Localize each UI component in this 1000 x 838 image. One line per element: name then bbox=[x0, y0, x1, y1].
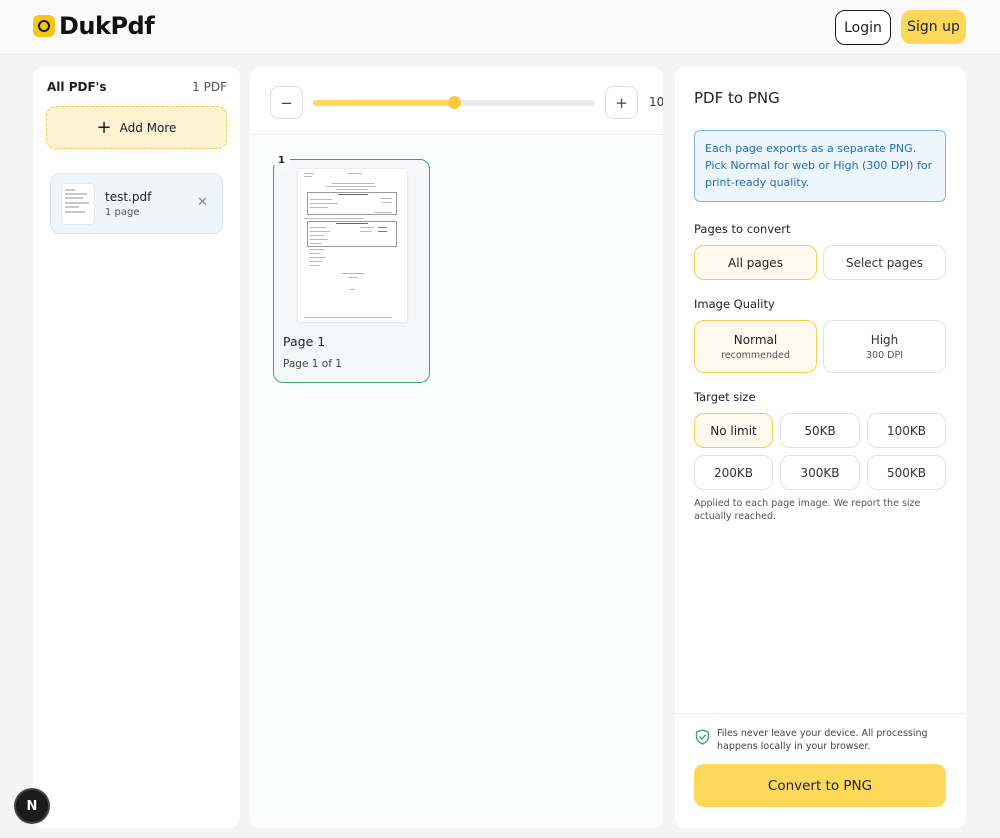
add-more-label: Add More bbox=[119, 120, 177, 135]
option-label: 100KB bbox=[886, 423, 926, 438]
privacy-note: Files never leave your device. All proce… bbox=[717, 728, 928, 752]
files-count: 1 PDF bbox=[192, 80, 227, 94]
options-panel: PDF to PNG Each page exports as a separa… bbox=[675, 67, 966, 828]
zoom-level: 100% bbox=[649, 95, 663, 109]
login-button[interactable]: Login bbox=[835, 10, 891, 45]
logo-icon bbox=[33, 15, 55, 37]
page-subtitle: Page 1 of 1 bbox=[283, 358, 342, 370]
plus-icon: + bbox=[96, 116, 112, 138]
target-size-label: Target size bbox=[694, 390, 756, 404]
option-size-50kb[interactable]: 50KB bbox=[780, 413, 860, 448]
file-thumbnail bbox=[62, 184, 94, 224]
files-panel-title: All PDF's bbox=[47, 80, 107, 94]
zoom-in-button[interactable]: + bbox=[605, 86, 638, 119]
top-bar: DukPdf Login Sign up bbox=[0, 0, 1000, 55]
app-name: DukPdf bbox=[59, 12, 155, 40]
page-number-badge: 1 bbox=[273, 152, 290, 169]
option-size-100kb[interactable]: 100KB bbox=[867, 413, 946, 448]
dev-tools-badge[interactable]: N bbox=[16, 790, 48, 822]
shield-check-icon bbox=[695, 729, 710, 745]
file-card[interactable]: test.pdf 1 page ✕ bbox=[50, 173, 223, 234]
zoom-slider[interactable] bbox=[313, 96, 595, 109]
signup-button[interactable]: Sign up bbox=[901, 10, 966, 44]
convert-button[interactable]: Convert to PNG bbox=[694, 764, 946, 807]
zoom-slider-fill bbox=[313, 100, 454, 106]
option-label: Normal bbox=[733, 332, 778, 347]
option-label: High bbox=[870, 332, 899, 347]
options-title: PDF to PNG bbox=[694, 89, 780, 107]
option-quality-normal[interactable]: Normal recommended bbox=[694, 320, 817, 373]
option-sublabel: 300 DPI bbox=[866, 349, 903, 361]
option-select-pages[interactable]: Select pages bbox=[823, 245, 946, 280]
option-size-300kb[interactable]: 300KB bbox=[780, 455, 860, 490]
option-label: 200KB bbox=[713, 465, 753, 480]
preview-panel: − + 100% 1 bbox=[250, 67, 663, 828]
zoom-out-button[interactable]: − bbox=[270, 86, 303, 119]
pages-label: Pages to convert bbox=[694, 222, 791, 236]
logo[interactable]: DukPdf bbox=[33, 12, 155, 40]
option-label: All pages bbox=[728, 255, 783, 270]
footer-divider bbox=[675, 713, 966, 714]
option-quality-high[interactable]: High 300 DPI bbox=[823, 320, 946, 373]
page-thumbnail bbox=[298, 169, 407, 322]
option-all-pages[interactable]: All pages bbox=[694, 245, 817, 280]
close-icon[interactable]: ✕ bbox=[197, 195, 208, 210]
file-page-count: 1 page bbox=[105, 207, 140, 218]
option-label: 300KB bbox=[800, 465, 840, 480]
option-size-no-limit[interactable]: No limit bbox=[694, 413, 773, 448]
zoom-toolbar: − + 100% bbox=[250, 67, 663, 135]
file-name: test.pdf bbox=[105, 190, 152, 204]
add-more-button[interactable]: + Add More bbox=[46, 106, 227, 149]
option-sublabel: recommended bbox=[721, 349, 790, 361]
files-panel: All PDF's 1 PDF + Add More test.pdf 1 pa… bbox=[33, 67, 240, 828]
target-size-note: Applied to each page image. We report th… bbox=[694, 498, 921, 522]
page-title: Page 1 bbox=[283, 334, 326, 349]
info-box: Each page exports as a separate PNG. Pic… bbox=[694, 130, 946, 202]
option-size-500kb[interactable]: 500KB bbox=[867, 455, 946, 490]
zoom-slider-handle[interactable] bbox=[448, 96, 461, 109]
option-label: Select pages bbox=[845, 255, 924, 270]
option-label: 50KB bbox=[804, 423, 836, 438]
quality-label: Image Quality bbox=[694, 297, 775, 311]
option-size-200kb[interactable]: 200KB bbox=[694, 455, 773, 490]
option-label: No limit bbox=[710, 423, 757, 438]
option-label: 500KB bbox=[886, 465, 926, 480]
page-card[interactable]: 1 Page 1 Page 1 of 1 bbox=[273, 152, 430, 383]
page-grid: 1 Page 1 Page 1 of 1 bbox=[250, 136, 663, 828]
